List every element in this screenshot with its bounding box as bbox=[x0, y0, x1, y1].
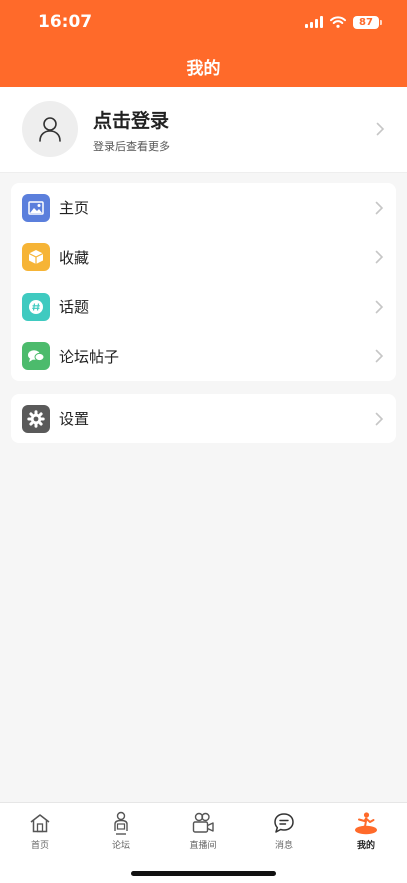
status-icons: 87 bbox=[305, 13, 382, 31]
login-subtitle: 登录后查看更多 bbox=[93, 140, 170, 153]
status-time: 16:07 bbox=[38, 12, 93, 32]
menu-item-favorites[interactable]: 收藏 bbox=[11, 233, 396, 283]
cellular-signal-icon bbox=[305, 16, 323, 28]
battery-icon: 87 bbox=[353, 15, 382, 29]
menu-item-label: 话题 bbox=[59, 298, 90, 317]
login-title[interactable]: 点击登录 bbox=[93, 106, 169, 133]
hashtag-icon bbox=[22, 292, 50, 321]
video-camera-icon bbox=[191, 811, 215, 835]
box-icon bbox=[22, 243, 50, 272]
tab-label: 我的 bbox=[356, 841, 375, 851]
tab-label: 论坛 bbox=[111, 841, 130, 851]
wifi-icon bbox=[330, 16, 346, 28]
menu-item-forum-posts[interactable]: 论坛帖子 bbox=[11, 332, 396, 382]
tab-live-room[interactable]: 直播间 bbox=[163, 811, 243, 851]
settings-card: 设置 bbox=[11, 394, 396, 443]
tab-home[interactable]: 首页 bbox=[0, 811, 80, 851]
home-indicator[interactable] bbox=[131, 871, 276, 876]
gear-icon bbox=[22, 404, 50, 433]
tab-label: 首页 bbox=[30, 841, 49, 851]
login-profile-card[interactable]: 点击登录 登录后查看更多 bbox=[0, 87, 407, 173]
menu-card: 主页 收藏 话题 论坛帖子 bbox=[11, 183, 396, 381]
avatar[interactable] bbox=[22, 101, 78, 157]
app-header: 16:07 87 我的 bbox=[0, 0, 407, 87]
menu-item-label: 论坛帖子 bbox=[59, 347, 120, 366]
chevron-right-icon bbox=[375, 201, 384, 215]
tab-messages[interactable]: 消息 bbox=[244, 811, 324, 851]
my-profile-icon bbox=[353, 811, 379, 835]
tab-label: 消息 bbox=[274, 841, 293, 851]
chevron-right-icon bbox=[375, 412, 384, 425]
chevron-right-icon bbox=[375, 300, 384, 314]
chevron-right-icon bbox=[375, 250, 384, 264]
menu-item-topics[interactable]: 话题 bbox=[11, 282, 396, 332]
menu-item-label: 主页 bbox=[59, 199, 90, 218]
message-icon bbox=[273, 811, 295, 835]
menu-item-label: 收藏 bbox=[59, 248, 90, 267]
menu-item-home[interactable]: 主页 bbox=[11, 183, 396, 233]
forum-icon bbox=[111, 811, 131, 835]
chevron-right-icon bbox=[376, 122, 385, 136]
chevron-right-icon bbox=[375, 349, 384, 363]
chat-bubbles-icon bbox=[22, 342, 50, 371]
picture-icon bbox=[22, 193, 50, 222]
tab-label: 直播间 bbox=[189, 841, 217, 851]
home-icon bbox=[29, 811, 51, 835]
menu-item-settings[interactable]: 设置 bbox=[11, 394, 396, 443]
user-icon bbox=[39, 117, 61, 142]
tab-forum[interactable]: 论坛 bbox=[81, 811, 161, 851]
page-title: 我的 bbox=[186, 59, 221, 79]
settings-label: 设置 bbox=[59, 410, 90, 428]
tab-my[interactable]: 我的 bbox=[326, 811, 406, 851]
